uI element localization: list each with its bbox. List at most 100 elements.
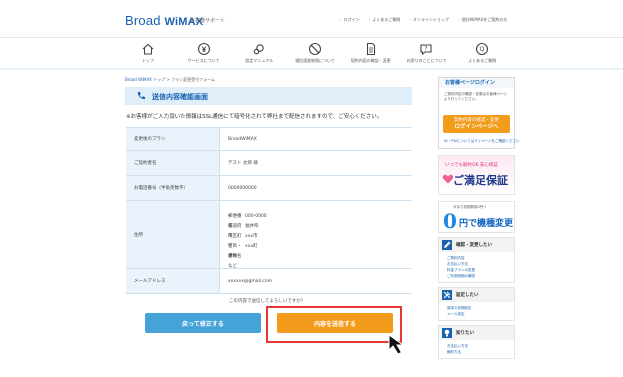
nav-label: お困りのことについて [406,58,447,63]
banner-small-text: 今なら初期費用0円!! [453,205,487,209]
gear-icon [254,44,265,55]
sidebar-link[interactable]: 解約方法 [447,349,514,355]
row-label: ご契約者名 [126,151,220,175]
address-line: 市区町村 xxx市 [228,232,267,249]
address-key: 郵便番号 [228,213,242,229]
site-header: Broad WiMAX お客様サポート › ログイン › よくあるご質問 › オンライ… [0,0,623,38]
breadcrumb-current: プラン変更受付フォーム [171,77,215,82]
phone-icon [137,92,145,100]
nav-divider [0,68,623,70]
arrow-icon: › [368,17,371,22]
section-header: 知りたい [439,326,514,340]
login-help-link[interactable]: ID・PWについてはマイページをご確認ください [444,139,520,144]
nav-label: よくあるご質問 [468,58,497,63]
address-value: xxx町 [245,243,258,249]
send-button[interactable]: 内容を送信する [277,313,393,333]
device-change-banner[interactable]: 今なら初期費用0円!! 0 円で機種変更 [438,201,515,233]
arrow-icon: › [457,17,460,22]
row-value: BroadWiMAX [228,136,257,142]
edit-icon [442,240,452,250]
arrow-icon: › [340,17,342,22]
mouse-cursor-icon [388,334,405,355]
row-label: お電話番号（半角英数字） [126,176,220,200]
home-icon [142,43,154,55]
section-title: 知りたい [456,331,474,336]
address-key: 建物名など [228,253,242,269]
banner-big-text: 円で機種変更 [459,219,514,229]
section-header: 確認・変更したい [439,238,514,252]
header-links: › ログイン › よくあるご質問 › オンラインショップ › 他社WiMAXをご契約の方 [340,17,507,23]
tools-icon [442,290,452,300]
sidebar-section-check: 確認・変更したい ご契約内容 お支払い方法 料金プランの変更 ご利用明細の確認 [438,237,515,283]
confirm-question: この内容で送信してよろしいですか？ [229,299,306,304]
nav-label: 設定マニュアル [245,58,274,63]
ssl-notice: ※お客様がご入力頂いた情報はSSL通信にて暗号化されて弊社まで配信されますので、… [126,114,383,120]
section-links: 端末の初期設定 メール設定 [439,302,514,320]
ban-icon [308,42,322,56]
address-key: 丁目・番地 [228,243,242,259]
lightbulb-icon [442,328,452,338]
address-value: 福井県 [245,223,259,229]
address-key: 市区町村 [228,233,242,249]
question-icon: ? [420,44,433,56]
nav-item-faq[interactable]: Q よくあるご質問 [454,40,510,68]
nav-label: サービスについて [187,58,220,63]
address-line: 丁目・番地 xxx町 [228,242,267,259]
row-label: 変更後のプラン [126,128,220,150]
breadcrumb-home[interactable]: Broad WiMAX トップ [125,77,165,82]
nav-item-speed[interactable]: 通信速度制限について [287,40,343,68]
nav-item-manual[interactable]: 設定マニュアル [231,40,287,68]
row-label: メールアドレス [126,269,220,293]
address-value: xxx市 [245,233,258,239]
table-row: ご契約者名 テスト 太郎 様 [126,151,412,176]
section-links: ご契約内容 お支払い方法 料金プランの変更 ご利用明細の確認 [439,252,514,282]
nav-item-service[interactable]: サービスについて [176,40,232,68]
breadcrumb: Broad WiMAX トップ > プラン変更受付フォーム [125,77,215,83]
row-value: 0000000000 [228,185,257,191]
header-link-login[interactable]: › ログイン [340,17,360,23]
address-line: 建物名など [228,252,267,269]
back-edit-button[interactable]: 戻って修正する [145,313,261,333]
login-title: お客様ページログイン [439,78,514,88]
banner-small-text: いつでも解約OK 安心保証 [445,163,498,168]
satisfaction-banner[interactable]: いつでも解約OK 安心保証 ご満足保証 [438,155,515,195]
banner-zero: 0 [443,209,457,233]
sidebar: お客様ページログイン ご契約内容の確認・変更はお客様ページより行ってください。 … [438,77,520,359]
row-value: xxxxxx@gmail.com [228,278,273,284]
nav-item-trouble[interactable]: ? お困りのことについて [399,40,455,68]
sidebar-link[interactable]: メール設定 [447,311,514,317]
arrow-icon: › [409,17,411,22]
nav-item-top[interactable]: トップ [120,40,176,68]
logo-subtitle: お客様サポート [190,18,226,24]
document-icon [366,42,375,56]
address-line: 郵便番号 000-0000 [228,212,267,229]
page-title: 送信内容確認画面 [152,93,208,101]
section-title: 確認・変更したい [456,243,492,248]
section-title: 設定したい [456,293,479,298]
nav-item-contract[interactable]: 契約内容の確認・変更 [343,40,399,68]
login-button-line2: ログインページへ [454,124,499,130]
header-link-label: オンラインショップ [412,17,449,22]
sidebar-link[interactable]: ご利用明細の確認 [447,273,514,279]
address-key: 都道府県 [228,223,242,239]
page-title-bar: 送信内容確認画面 [125,87,412,105]
confirmation-table: 変更後のプラン BroadWiMAX ご契約者名 テスト 太郎 様 お電話番号（… [126,127,412,294]
nav-label: 通信速度制限について [295,58,335,63]
header-link-other[interactable]: › 他社WiMAXをご契約の方 [458,17,508,23]
row-value: テスト 太郎 様 [228,161,258,166]
section-header: 設定したい [439,288,514,302]
login-page-button[interactable]: 契約内容の確認・変更 ログインページへ [443,115,510,133]
nav-label: トップ [141,58,154,63]
header-link-faq[interactable]: › よくあるご質問 [369,17,401,23]
yen-icon [197,42,210,56]
header-link-label: 他社WiMAXをご契約の方 [461,17,508,22]
svg-text:Q: Q [480,46,485,53]
login-text: ご契約内容の確認・変更はお客様ページより行ってください。 [444,92,507,101]
table-row: 変更後のプラン BroadWiMAX [126,128,412,151]
nav-label: 契約内容の確認・変更 [350,58,391,63]
address-value: 000-0000 [245,213,267,219]
row-value: 郵便番号 000-0000 都道府県 福井県 市区町村 xxx市 丁目・番地 xxx町 … [220,201,412,269]
header-link-shop[interactable]: › オンラインショップ [409,17,449,23]
faq-icon: Q [476,42,489,56]
sidebar-section-learn: 知りたい お支払い方法 解約方法 [438,325,515,359]
